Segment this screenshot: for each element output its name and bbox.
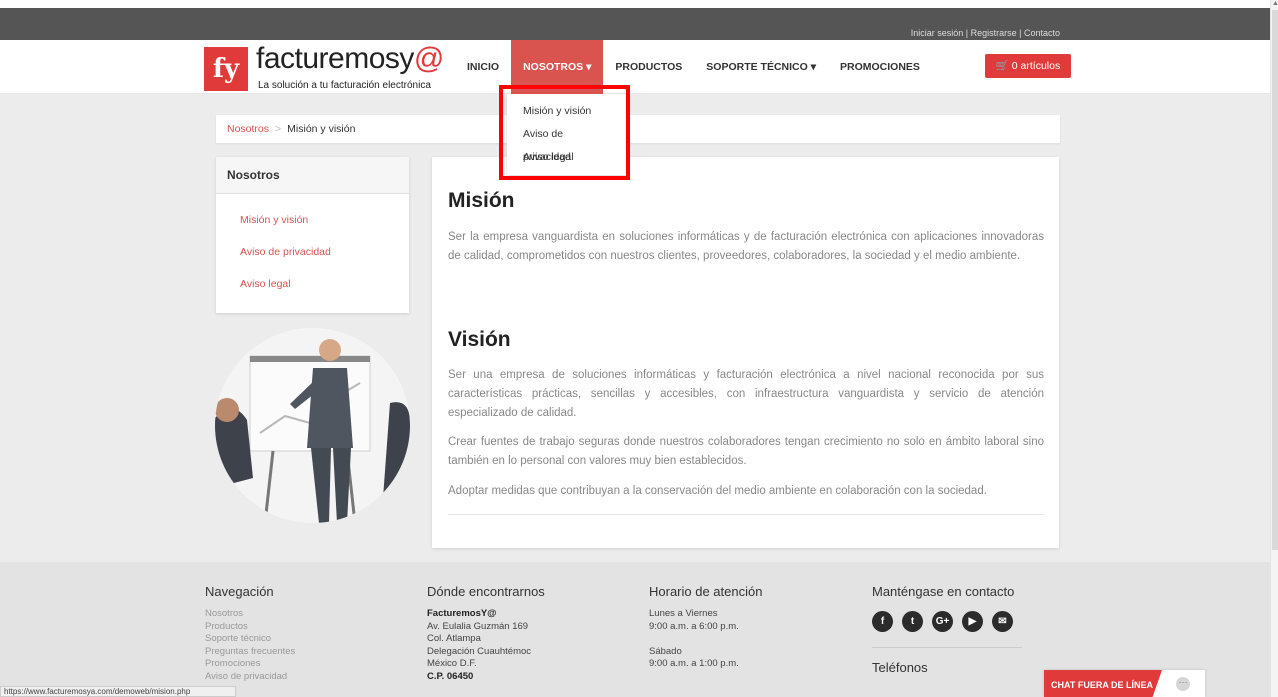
chat-more-icon[interactable]: ··· bbox=[1176, 677, 1190, 691]
footer-nav-link[interactable]: Nosotros bbox=[205, 608, 295, 621]
breadcrumb: Nosotros > Misión y visión bbox=[216, 115, 1060, 143]
presenter-photo bbox=[215, 328, 410, 523]
footer-location-line: FacturemosY@ bbox=[427, 608, 497, 619]
sidebar-links: Misión y visión Aviso de privacidad Avis… bbox=[216, 194, 409, 300]
cart-button[interactable]: 🛒 0 artículos bbox=[985, 54, 1071, 78]
mision-text: Ser la empresa vanguardista en solucione… bbox=[448, 231, 1044, 262]
footer-location-line: México D.F. bbox=[427, 658, 477, 669]
footer-hours-line: Sábado bbox=[649, 645, 682, 657]
footer-location-title: Dónde encontrarnos bbox=[427, 584, 545, 599]
footer-contact-title: Manténgase en contacto bbox=[872, 584, 1015, 599]
vision-heading: Visión bbox=[448, 328, 511, 351]
sidebar-item-legal[interactable]: Aviso legal bbox=[216, 268, 409, 300]
sidebar-title: Nosotros bbox=[216, 157, 409, 194]
logo-mark[interactable]: fy bbox=[204, 47, 248, 91]
nav-promociones[interactable]: PROMOCIONES bbox=[828, 40, 932, 94]
vision-paragraph-3: Adoptar medidas que contribuyan a la con… bbox=[448, 485, 987, 497]
footer-hours-column: Horario de atención Lunes a Viernes 9:00… bbox=[649, 584, 762, 671]
logo-name[interactable]: facturemosy@ bbox=[256, 42, 444, 76]
google-plus-icon[interactable]: G+ bbox=[932, 611, 953, 632]
footer-hours-line: 9:00 a.m. a 1:00 p.m. bbox=[649, 658, 739, 669]
logo-tagline: La solución a tu facturación electrónica bbox=[258, 80, 431, 91]
content-panel: Misión Ser la empresa vanguardista en so… bbox=[432, 157, 1059, 548]
footer-divider bbox=[872, 647, 1022, 648]
sidebar: Nosotros Misión y visión Aviso de privac… bbox=[216, 157, 409, 313]
footer-nav-link[interactable]: Aviso de privacidad bbox=[205, 671, 295, 684]
footer-location-line: C.P. 06450 bbox=[427, 670, 474, 682]
vision-paragraph-2: Crear fuentes de trabajo seguras donde n… bbox=[448, 436, 1044, 467]
footer-contact-column: Manténgase en contacto f t G+ ▶ ✉ Teléfo… bbox=[872, 584, 1022, 684]
content-divider bbox=[448, 514, 1044, 515]
footer-location-line: Av. Eulalia Guzmán 169 bbox=[427, 620, 529, 632]
site-header: fy facturemosy@ La solución a tu factura… bbox=[0, 40, 1270, 94]
footer-hours-line bbox=[649, 633, 762, 646]
footer-nav-column: Navegación Nosotros Productos Soporte té… bbox=[205, 584, 295, 683]
vision-paragraph-1: Ser una empresa de soluciones informátic… bbox=[448, 369, 1044, 419]
breadcrumb-separator: > bbox=[275, 123, 282, 135]
scrollbar[interactable]: ▲ bbox=[1270, 0, 1278, 697]
footer-nav-link[interactable]: Soporte técnico bbox=[205, 633, 295, 646]
scroll-up-icon[interactable]: ▲ bbox=[1272, 0, 1278, 7]
youtube-icon[interactable]: ▶ bbox=[962, 611, 983, 632]
logo-name-accent: @ bbox=[413, 42, 444, 75]
logo-name-main: facturemosy bbox=[256, 42, 414, 75]
top-strip: Iniciar sesión | Registrarse | Contacto bbox=[0, 8, 1270, 40]
footer-nav-title: Navegación bbox=[205, 584, 274, 599]
top-bar: Iniciar sesión | Registrarse | Contacto bbox=[0, 0, 1270, 40]
sidebar-item-privacidad[interactable]: Aviso de privacidad bbox=[216, 236, 409, 268]
social-links: f t G+ ▶ ✉ bbox=[872, 611, 1022, 632]
footer-location-line: Delegación Cuauhtémoc bbox=[427, 645, 532, 657]
scrollbar-thumb[interactable] bbox=[1272, 10, 1278, 550]
footer-hours-title: Horario de atención bbox=[649, 584, 763, 599]
footer-hours-line: Lunes a Viernes bbox=[649, 608, 718, 619]
nav-soporte[interactable]: SOPORTE TÉCNICO ▾ bbox=[694, 40, 828, 94]
chat-label[interactable]: CHAT FUERA DE LÍNEA bbox=[1044, 670, 1162, 697]
highlight-box bbox=[499, 85, 630, 180]
email-icon[interactable]: ✉ bbox=[992, 611, 1013, 632]
footer-location-line: Col. Atlampa bbox=[427, 633, 481, 644]
breadcrumb-current: Misión y visión bbox=[287, 123, 356, 135]
status-bar-url: https://www.facturemosya.com/demoweb/mis… bbox=[0, 686, 236, 697]
footer-location-column: Dónde encontrarnos FacturemosY@ Av. Eula… bbox=[427, 584, 545, 683]
footer-nav-link[interactable]: Productos bbox=[205, 621, 295, 634]
chat-widget[interactable]: CHAT FUERA DE LÍNEA ··· bbox=[1044, 670, 1205, 697]
footer-phones-title: Teléfonos bbox=[872, 660, 928, 675]
sidebar-item-mision[interactable]: Misión y visión bbox=[216, 204, 409, 236]
breadcrumb-parent[interactable]: Nosotros bbox=[227, 123, 269, 135]
account-links[interactable]: Iniciar sesión | Registrarse | Contacto bbox=[911, 28, 1060, 38]
footer-hours-line: 9:00 a.m. a 6:00 p.m. bbox=[649, 620, 739, 632]
footer-nav-link[interactable]: Promociones bbox=[205, 658, 295, 671]
facebook-icon[interactable]: f bbox=[872, 611, 893, 632]
footer-nav-link[interactable]: Preguntas frecuentes bbox=[205, 646, 295, 659]
twitter-icon[interactable]: t bbox=[902, 611, 923, 632]
mision-heading: Misión bbox=[448, 189, 515, 212]
